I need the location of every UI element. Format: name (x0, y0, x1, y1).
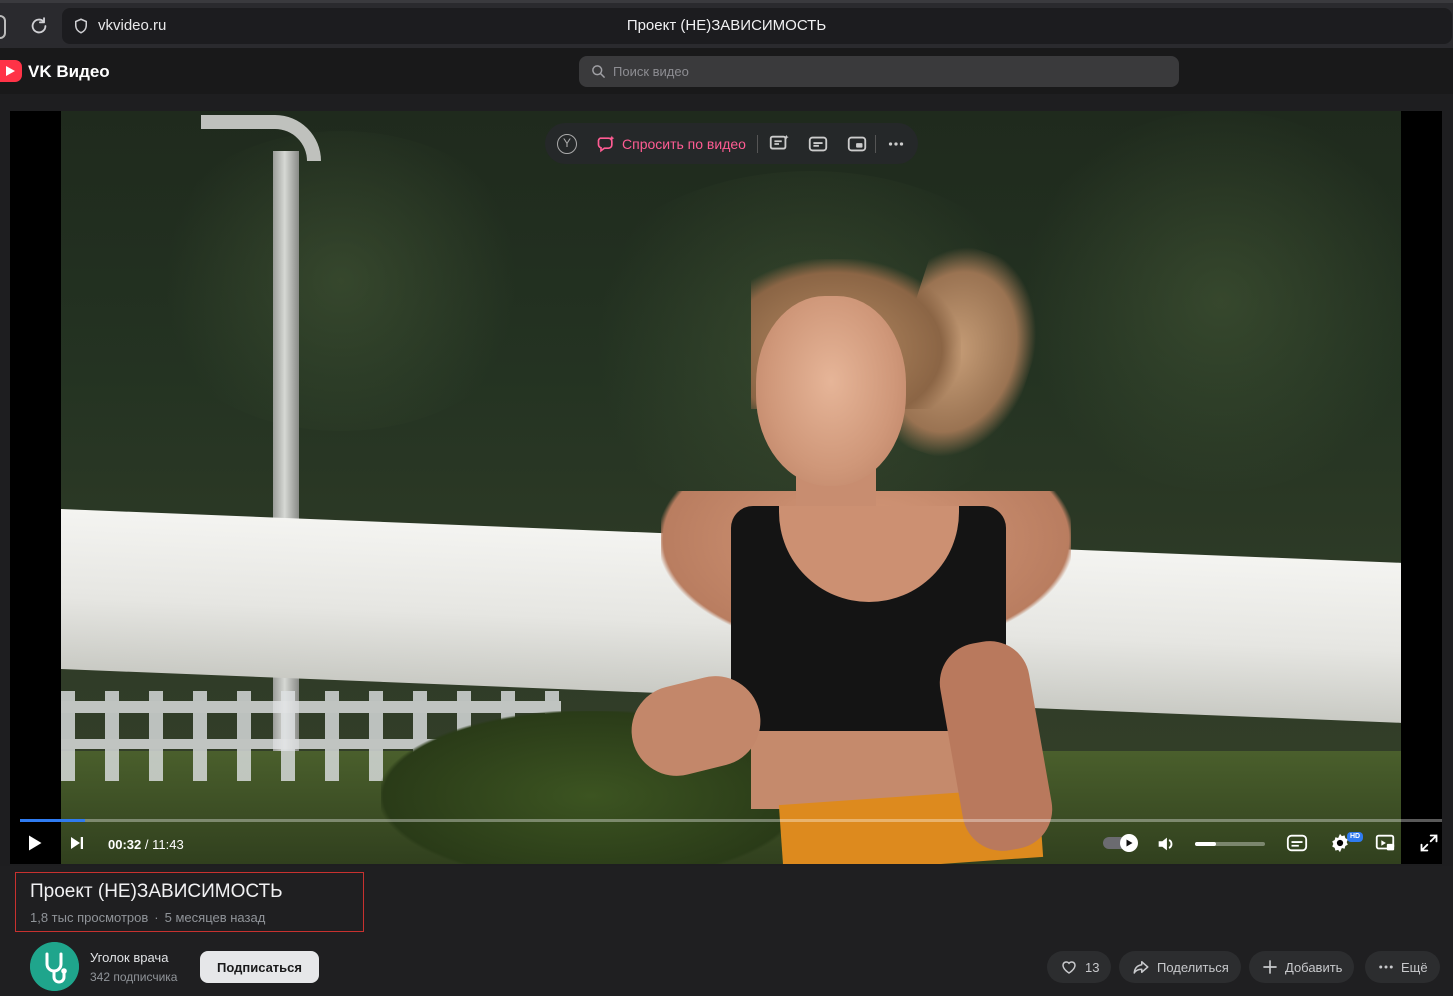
ask-by-video-button[interactable]: Спросить по видео (622, 136, 746, 152)
add-label: Добавить (1285, 959, 1343, 975)
more-icon[interactable] (885, 133, 907, 155)
view-count: 1,8 тыс просмотров (30, 910, 149, 925)
volume-slider[interactable] (1195, 842, 1265, 846)
volume-icon[interactable] (1155, 833, 1177, 855)
duration: 11:43 (152, 837, 184, 852)
address-bar[interactable] (62, 8, 1452, 44)
browser-toolbar: vkvideo.ru Проект (НЕ)ЗАВИСИМОСТЬ (0, 0, 1453, 48)
upload-age: 5 месяцев назад (164, 910, 266, 925)
url-text[interactable]: vkvideo.ru (98, 17, 166, 34)
yandex-icon[interactable]: Y (557, 134, 577, 154)
video-meta: 1,8 тыс просмотров · 5 месяцев назад (30, 910, 265, 925)
ask-ai-icon[interactable] (595, 134, 617, 154)
back-button-edge[interactable] (0, 15, 6, 39)
search-input[interactable] (613, 56, 1173, 87)
channel-avatar[interactable] (30, 942, 79, 991)
player-overlay-toolbar: Y Спросить по видео (545, 123, 918, 164)
summary-icon[interactable] (768, 133, 790, 155)
subscribe-button[interactable]: Подписаться (200, 951, 319, 983)
vk-video-logo-icon[interactable] (0, 60, 22, 82)
add-button[interactable]: Добавить (1249, 951, 1355, 983)
lamp-post (201, 115, 321, 161)
more-dots-icon (1379, 965, 1393, 969)
plus-icon (1263, 960, 1277, 974)
like-count: 13 (1085, 959, 1100, 975)
brand-name[interactable]: VK Видео (28, 62, 110, 82)
fullscreen-icon[interactable] (1419, 833, 1439, 853)
shield-icon[interactable] (72, 17, 90, 35)
progress-fill (20, 819, 86, 822)
channel-name[interactable]: Уголок врача (90, 950, 168, 965)
reload-icon[interactable] (28, 15, 50, 37)
search-box[interactable] (579, 56, 1179, 87)
runner-figure (601, 236, 1161, 864)
current-time: 00:32 (108, 837, 142, 852)
volume-fill (1195, 842, 1216, 846)
video-title: Проект (НЕ)ЗАВИСИМОСТЬ (30, 881, 283, 902)
play-icon[interactable] (24, 833, 44, 853)
share-button[interactable]: Поделиться (1119, 951, 1241, 983)
like-button[interactable]: 13 (1047, 951, 1112, 983)
more-actions-button[interactable]: Ещё (1365, 951, 1440, 983)
video-frame[interactable] (61, 111, 1401, 864)
progress-bar[interactable] (20, 819, 1442, 822)
autoplay-toggle[interactable] (1103, 834, 1139, 852)
share-label: Поделиться (1157, 959, 1229, 975)
more-label: Ещё (1401, 959, 1428, 975)
subscriber-count: 342 подписчика (90, 970, 178, 984)
captions-icon[interactable] (1285, 832, 1309, 854)
pip-icon[interactable] (846, 133, 868, 155)
video-player[interactable] (10, 111, 1442, 864)
hd-badge: HD (1347, 832, 1363, 842)
subtitles-icon[interactable] (807, 133, 829, 155)
search-icon (592, 65, 605, 78)
next-icon[interactable] (68, 834, 86, 852)
meta-separator: · (154, 910, 159, 925)
share-arrow-icon (1133, 961, 1149, 974)
heart-icon (1062, 961, 1076, 974)
time-display: 00:32 / 11:43 (108, 837, 184, 852)
cast-icon[interactable] (1373, 832, 1397, 854)
site-header: VK Видео (0, 48, 1453, 94)
